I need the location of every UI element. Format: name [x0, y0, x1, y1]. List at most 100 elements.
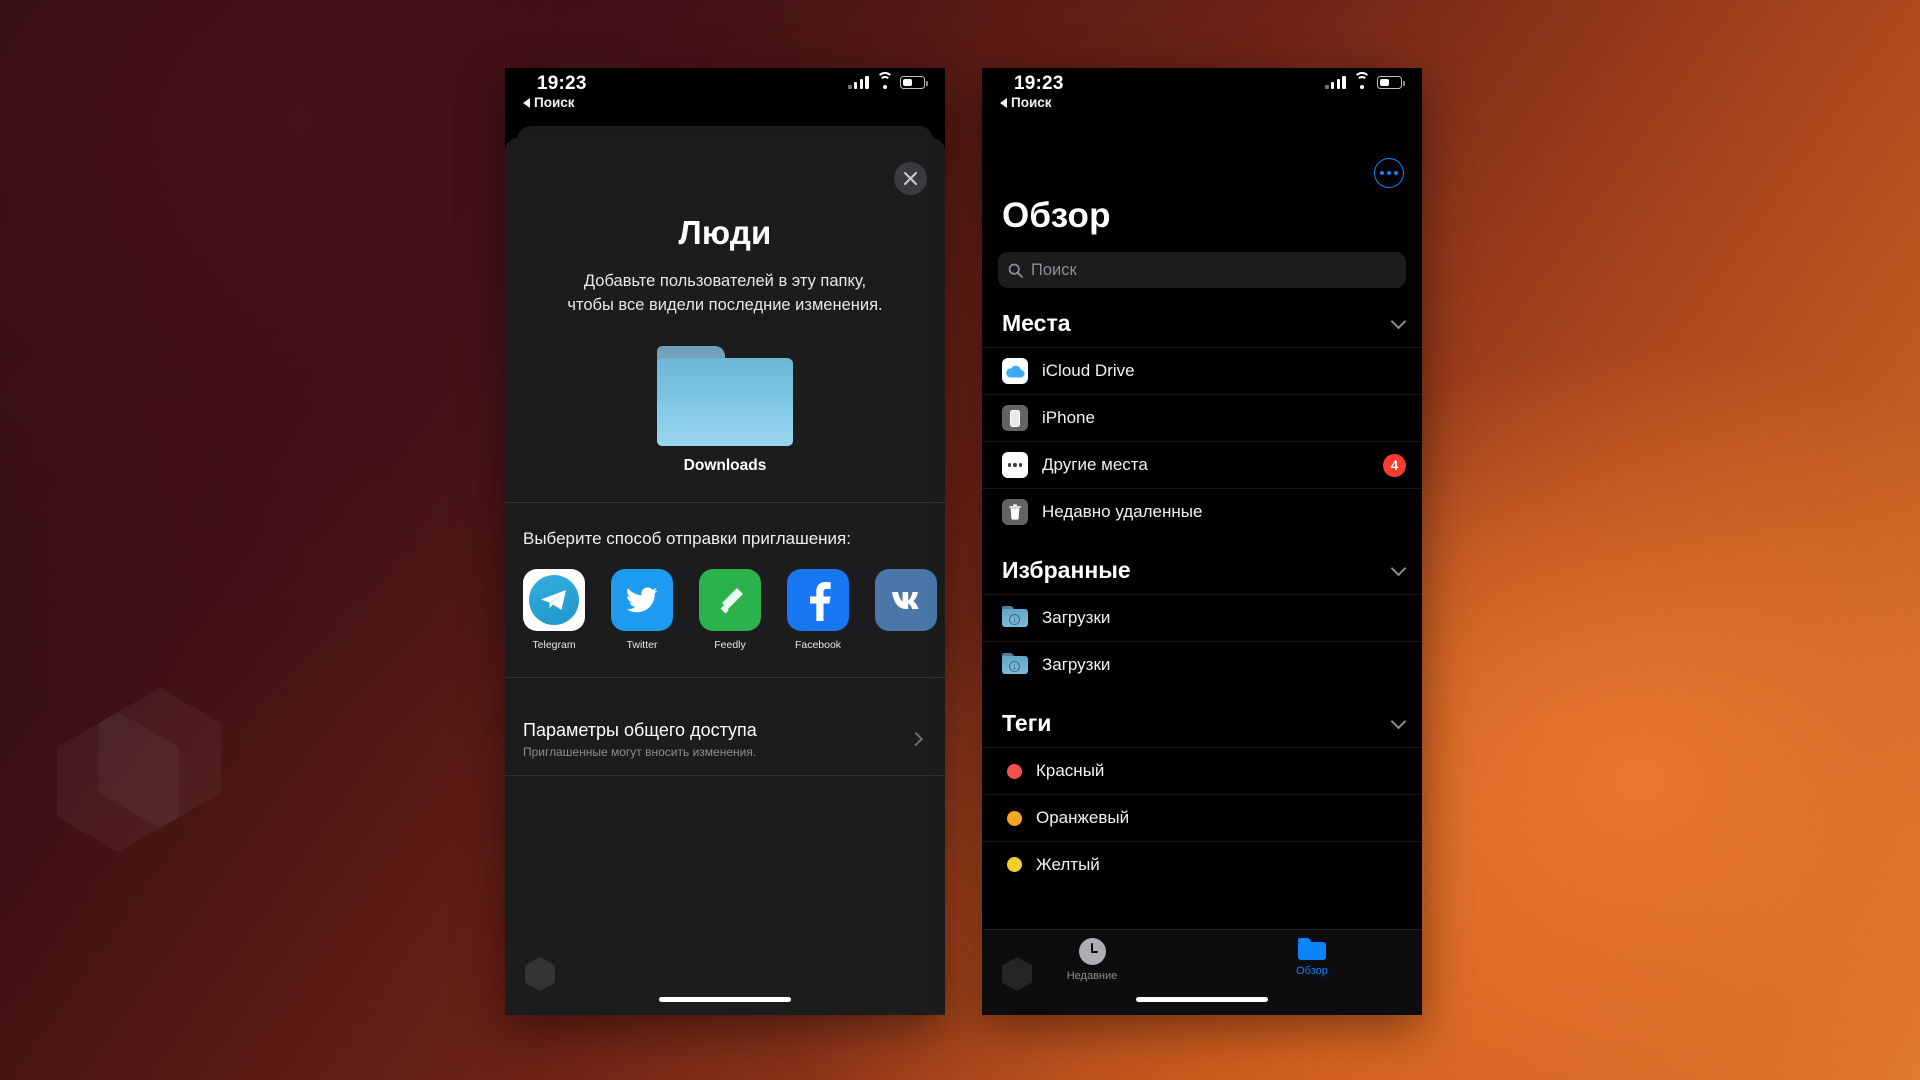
- tab-label: Обзор: [1296, 965, 1328, 977]
- downloads-folder-icon: ↓: [1002, 605, 1028, 631]
- phone-screenshot-right: 19:23 Поиск Обзор Поиск Места iCloud Dri…: [982, 68, 1422, 1015]
- list-item[interactable]: iPhone: [982, 394, 1422, 441]
- list-item-label: Недавно удаленные: [1042, 502, 1203, 521]
- ellipsis-icon: [1002, 452, 1028, 478]
- list-item-label: Красный: [1036, 761, 1105, 780]
- chevron-right-icon: [908, 732, 924, 747]
- list-item-label: iPhone: [1042, 408, 1095, 427]
- wifi-icon: [1353, 72, 1370, 89]
- section-title: Избранные: [1002, 557, 1131, 583]
- more-ellipsis-icon[interactable]: [1374, 158, 1404, 188]
- telegram-icon: [523, 568, 585, 631]
- tag-dot-icon: [1007, 810, 1022, 826]
- list-item-label: Загрузки: [1042, 655, 1111, 674]
- tag-dot-icon: [1007, 857, 1022, 872]
- list-item[interactable]: Оранжевый: [982, 794, 1422, 841]
- downloads-folder-icon: ↓: [1002, 652, 1028, 678]
- share-options-subtitle: Приглашенные могут вносить изменения.: [523, 744, 757, 759]
- share-prompt: Выберите способ отправки приглашения:: [523, 528, 851, 548]
- browse-folder-icon: [1298, 938, 1326, 960]
- wifi-icon: [876, 72, 893, 89]
- back-triangle-icon: [523, 97, 530, 108]
- section-title: Теги: [1002, 710, 1052, 736]
- list-item[interactable]: ↓ Загрузки: [982, 641, 1422, 688]
- share-app-label: Twitter: [626, 638, 658, 651]
- chevron-down-icon[interactable]: [1390, 560, 1407, 577]
- folder-label: Downloads: [683, 456, 767, 474]
- battery-icon: [1377, 76, 1405, 89]
- share-app-feedly[interactable]: Feedly: [699, 568, 761, 651]
- list-item[interactable]: iCloud Drive: [982, 347, 1422, 394]
- search-placeholder: Поиск: [1031, 260, 1077, 279]
- icloud-icon: [1002, 358, 1028, 384]
- share-app-vk[interactable]: [875, 568, 937, 651]
- status-bar-back-link[interactable]: Поиск: [523, 95, 575, 110]
- recents-clock-icon: [1078, 938, 1106, 965]
- section-header-favorites[interactable]: Избранные: [982, 535, 1422, 594]
- status-bar: 19:23 Поиск: [505, 68, 945, 124]
- status-bar-indicators: [848, 72, 928, 89]
- trash-icon: [1002, 499, 1028, 525]
- twitter-icon: [611, 568, 673, 631]
- signal-bars-icon: [848, 76, 869, 89]
- list-item[interactable]: Другие места 4: [982, 441, 1422, 488]
- share-app-twitter[interactable]: Twitter: [611, 568, 673, 651]
- signal-bars-icon: [1325, 76, 1346, 89]
- facebook-icon: [787, 568, 849, 631]
- desktop-background: [0, 0, 1920, 1080]
- status-bar-time: 19:23: [537, 73, 587, 94]
- section-title: Места: [1002, 310, 1071, 336]
- back-triangle-icon: [1000, 97, 1007, 108]
- list-item-label: Желтый: [1036, 854, 1100, 874]
- chevron-down-icon[interactable]: [1390, 713, 1407, 730]
- home-indicator[interactable]: [1136, 997, 1268, 1002]
- chevron-down-icon[interactable]: [1390, 313, 1407, 330]
- home-indicator[interactable]: [659, 997, 791, 1002]
- list-item-label: Другие места: [1042, 455, 1148, 474]
- sheet-subtitle: Добавьте пользователей в эту папку, чтоб…: [567, 272, 883, 314]
- status-bar-back-label: Поиск: [534, 95, 575, 110]
- files-browse-screen: Обзор Поиск Места iCloud Drive iPhone Др…: [982, 124, 1422, 1015]
- feedly-icon: [699, 568, 761, 631]
- share-app-facebook[interactable]: Facebook: [787, 568, 849, 651]
- folder-icon: [657, 345, 793, 446]
- section-header-tags[interactable]: Теги: [982, 688, 1422, 747]
- status-bar: 19:23 Поиск: [982, 68, 1422, 124]
- share-app-label: Facebook: [794, 638, 842, 651]
- list-item[interactable]: Недавно удаленные: [982, 488, 1422, 535]
- page-title: Обзор: [1002, 196, 1111, 235]
- tab-browse[interactable]: Обзор: [1202, 930, 1422, 1015]
- share-app-label: Feedly: [714, 638, 746, 651]
- list-item-label: Оранжевый: [1036, 808, 1130, 827]
- phone-screenshot-left: 19:23 Поиск Люди Добавьте пользователей …: [505, 68, 945, 1015]
- share-app-telegram[interactable]: Telegram: [523, 568, 585, 651]
- vk-icon: [875, 568, 937, 631]
- status-bar-back-label: Поиск: [1011, 95, 1052, 110]
- status-bar-time: 19:23: [1014, 73, 1064, 94]
- status-bar-indicators: [1325, 72, 1405, 89]
- list-item-label: iCloud Drive: [1042, 361, 1135, 380]
- list-item[interactable]: ↓ Загрузки: [982, 594, 1422, 641]
- status-bar-back-link[interactable]: Поиск: [1000, 95, 1052, 110]
- section-header-places[interactable]: Места: [982, 288, 1422, 347]
- battery-icon: [900, 76, 928, 89]
- close-icon[interactable]: [894, 162, 927, 195]
- search-field[interactable]: Поиск: [998, 252, 1406, 288]
- divider: [505, 676, 945, 678]
- sheet-title: Люди: [678, 214, 772, 251]
- share-app-list: Telegram Twitter Feedly Facebook: [505, 549, 945, 651]
- list-item[interactable]: Желтый: [982, 841, 1422, 887]
- share-options-row[interactable]: Параметры общего доступа Приглашенные мо…: [505, 704, 945, 775]
- share-sheet: Люди Добавьте пользователей в эту папку,…: [505, 138, 945, 1015]
- tab-label: Недавние: [1066, 970, 1118, 982]
- share-app-label: Telegram: [532, 638, 576, 651]
- tag-dot-icon: [1007, 763, 1022, 779]
- iphone-icon: [1002, 405, 1028, 431]
- divider: [505, 774, 945, 776]
- list-item[interactable]: Красный: [982, 747, 1422, 794]
- status-badge: 4: [1383, 453, 1406, 477]
- search-icon: [1008, 263, 1023, 278]
- list-item-label: Загрузки: [1042, 608, 1111, 627]
- shared-folder[interactable]: Downloads: [505, 345, 945, 475]
- share-options-title: Параметры общего доступа: [523, 719, 757, 740]
